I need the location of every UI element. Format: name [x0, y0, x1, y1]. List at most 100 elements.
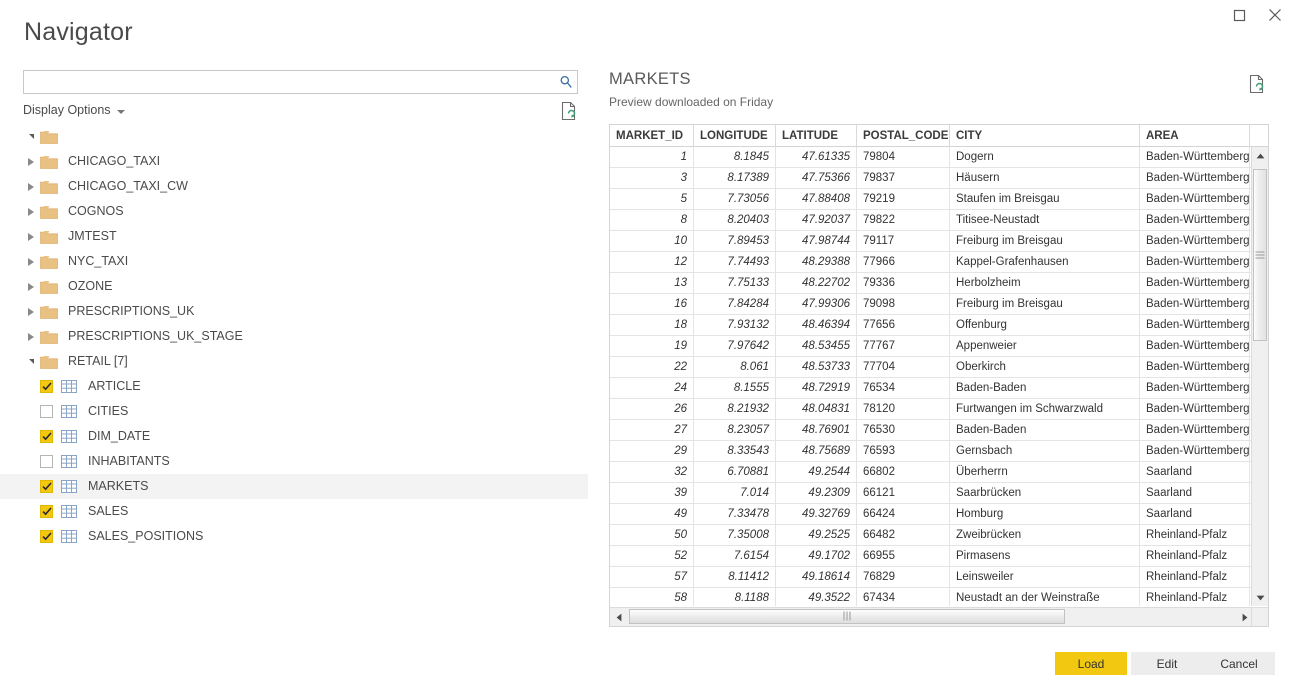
horizontal-scroll-track[interactable] — [627, 608, 1236, 627]
checkbox-cities[interactable] — [40, 405, 53, 418]
table-row[interactable]: 8 8.20403 47.92037 79822 Titisee-Neustadt Bad… — [610, 210, 1268, 231]
expand-open-icon[interactable] — [24, 130, 38, 144]
table-row[interactable]: 22 8.061 48.53733 77704 Oberkirch Baden-Württ… — [610, 357, 1268, 378]
tree-item-label: PRESCRIPTIONS_UK_STAGE — [68, 329, 243, 344]
table-row[interactable]: 18 7.93132 48.46394 77656 Offenburg Baden-Wür… — [610, 315, 1268, 336]
tree-item-cities[interactable]: CITIES — [0, 399, 588, 424]
cell-area: Baden-Württemberg — [1140, 147, 1250, 167]
cell-longitude: 8.1845 — [694, 147, 776, 167]
checkbox-sales_positions[interactable] — [40, 530, 53, 543]
tree-item-jmtest[interactable]: JMTEST — [0, 224, 588, 249]
close-button[interactable] — [1257, 0, 1293, 30]
column-header-city[interactable]: CITY — [950, 125, 1140, 146]
table-row[interactable]: 57 8.11412 49.18614 76829 Leinsweiler Rheinla… — [610, 567, 1268, 588]
cancel-button[interactable]: Cancel — [1203, 652, 1275, 675]
checkbox-dim_date[interactable] — [40, 430, 53, 443]
table-row[interactable]: 12 7.74493 48.29388 77966 Kappel-Grafenhause… — [610, 252, 1268, 273]
search-box[interactable] — [23, 70, 578, 94]
table-row[interactable]: 58 8.1188 49.3522 67434 Neustadt an der Wein… — [610, 588, 1268, 606]
refresh-document-icon-right[interactable] — [1248, 74, 1266, 94]
scroll-up-arrow[interactable] — [1252, 147, 1268, 164]
cell-latitude: 48.46394 — [776, 315, 857, 335]
tree-item-sales-positions[interactable]: SALES_POSITIONS — [0, 524, 588, 549]
expand-open-icon[interactable] — [24, 355, 38, 369]
tree-item-nyc-taxi[interactable]: NYC_TAXI — [0, 249, 588, 274]
edit-button[interactable]: Edit — [1131, 652, 1203, 675]
search-icon[interactable] — [555, 71, 577, 93]
table-row[interactable]: 24 8.1555 48.72919 76534 Baden-Baden Baden-Wü… — [610, 378, 1268, 399]
scroll-grip-icon — [843, 611, 851, 621]
tree-item-ozone[interactable]: OZONE — [0, 274, 588, 299]
table-row[interactable]: 50 7.35008 49.2525 66482 Zweibrücken Rheinlan… — [610, 525, 1268, 546]
table-row[interactable]: 26 8.21932 48.04831 78120 Furtwangen im Schw… — [610, 399, 1268, 420]
tree-item-prescriptions-uk[interactable]: PRESCRIPTIONS_UK — [0, 299, 588, 324]
checkbox-article[interactable] — [40, 380, 53, 393]
tree-item-sales[interactable]: SALES — [0, 499, 588, 524]
expand-closed-icon[interactable] — [24, 205, 38, 219]
folder-icon — [40, 305, 58, 319]
expand-closed-icon[interactable] — [24, 305, 38, 319]
table-row[interactable]: 52 7.6154 49.1702 66955 Pirmasens Rheinland-P… — [610, 546, 1268, 567]
maximize-button[interactable] — [1221, 0, 1257, 30]
horizontal-scrollbar[interactable] — [610, 607, 1253, 626]
tree-item-article[interactable]: ARTICLE — [0, 374, 588, 399]
expand-closed-icon[interactable] — [24, 180, 38, 194]
scroll-left-arrow[interactable] — [610, 608, 627, 627]
table-row[interactable]: 13 7.75133 48.22702 79336 Herbolzheim Baden-W… — [610, 273, 1268, 294]
expand-closed-icon[interactable] — [24, 255, 38, 269]
table-row[interactable]: 32 6.70881 49.2544 66802 Überherrn Saarland — [610, 462, 1268, 483]
column-header-market_id[interactable]: MARKET_ID — [610, 125, 694, 146]
cell-postal_code: 79336 — [857, 273, 950, 293]
vertical-scroll-thumb[interactable] — [1253, 169, 1267, 341]
expand-closed-icon[interactable] — [24, 280, 38, 294]
column-header-postal_code[interactable]: POSTAL_CODE — [857, 125, 950, 146]
tree-item-chicago-taxi[interactable]: CHICAGO_TAXI — [0, 149, 588, 174]
cell-market_id: 32 — [610, 462, 694, 482]
cell-area: Rheinland-Pfalz — [1140, 567, 1250, 587]
column-header-latitude[interactable]: LATITUDE — [776, 125, 857, 146]
tree-item-dim-date[interactable]: DIM_DATE — [0, 424, 588, 449]
display-options-label: Display Options — [23, 103, 111, 117]
refresh-document-icon-left[interactable] — [560, 101, 578, 121]
expand-closed-icon[interactable] — [24, 230, 38, 244]
folder-icon — [40, 205, 58, 219]
table-row[interactable]: 29 8.33543 48.75689 76593 Gernsbach Baden-Wür… — [610, 441, 1268, 462]
vertical-scrollbar[interactable] — [1251, 147, 1268, 606]
tree-item-label: MARKETS — [88, 479, 149, 494]
tree-item-chicago-taxi-cw[interactable]: CHICAGO_TAXI_CW — [0, 174, 588, 199]
cell-city: Offenburg — [950, 315, 1140, 335]
cell-area: Baden-Württemberg — [1140, 189, 1250, 209]
column-header-longitude[interactable]: LONGITUDE — [694, 125, 776, 146]
tree-item-inhabitants[interactable]: INHABITANTS — [0, 449, 588, 474]
tree-item-prescriptions-uk-stage[interactable]: PRESCRIPTIONS_UK_STAGE — [0, 324, 588, 349]
tree-item-cognos[interactable]: COGNOS — [0, 199, 588, 224]
table-row[interactable]: 49 7.33478 49.32769 66424 Homburg Saarland — [610, 504, 1268, 525]
table-row[interactable]: 16 7.84284 47.99306 79098 Freiburg im Breisg… — [610, 294, 1268, 315]
table-row[interactable]: 1 8.1845 47.61335 79804 Dogern Baden-Württemb… — [610, 147, 1268, 168]
checkbox-sales[interactable] — [40, 505, 53, 518]
tree-item-markets[interactable]: MARKETS — [0, 474, 588, 499]
checkbox-markets[interactable] — [40, 480, 53, 493]
database-tree[interactable]: CHICAGO_TAXI CHICAGO_TAXI_CW COGNOS JMTE… — [0, 124, 588, 574]
load-button[interactable]: Load — [1055, 652, 1127, 675]
cell-postal_code: 76534 — [857, 378, 950, 398]
table-row[interactable]: 39 7.014 49.2309 66121 Saarbrücken Saarland — [610, 483, 1268, 504]
preview-grid[interactable]: MARKET_ID LONGITUDE LATITUDE POSTAL_CODE CIT… — [609, 124, 1269, 627]
table-row[interactable]: 5 7.73056 47.88408 79219 Staufen im Breisgau… — [610, 189, 1268, 210]
cell-latitude: 48.72919 — [776, 378, 857, 398]
horizontal-scroll-thumb[interactable] — [629, 608, 1065, 624]
scroll-down-arrow[interactable] — [1252, 589, 1268, 606]
cell-city: Baden-Baden — [950, 378, 1140, 398]
checkbox-inhabitants[interactable] — [40, 455, 53, 468]
table-row[interactable]: 19 7.97642 48.53455 77767 Appenweier Baden-Wü… — [610, 336, 1268, 357]
table-row[interactable]: 27 8.23057 48.76901 76530 Baden-Baden Baden-W… — [610, 420, 1268, 441]
search-input[interactable] — [24, 71, 555, 93]
column-header-area[interactable]: AREA — [1140, 125, 1250, 146]
table-row[interactable]: 10 7.89453 47.98744 79117 Freiburg im Breisg… — [610, 231, 1268, 252]
display-options-button[interactable]: Display Options — [23, 103, 125, 117]
tree-root-node[interactable] — [0, 124, 588, 149]
expand-closed-icon[interactable] — [24, 155, 38, 169]
table-row[interactable]: 3 8.17389 47.75366 79837 Häusern Baden-Württe… — [610, 168, 1268, 189]
tree-item-retail-7[interactable]: RETAIL [7] — [0, 349, 588, 374]
expand-closed-icon[interactable] — [24, 330, 38, 344]
